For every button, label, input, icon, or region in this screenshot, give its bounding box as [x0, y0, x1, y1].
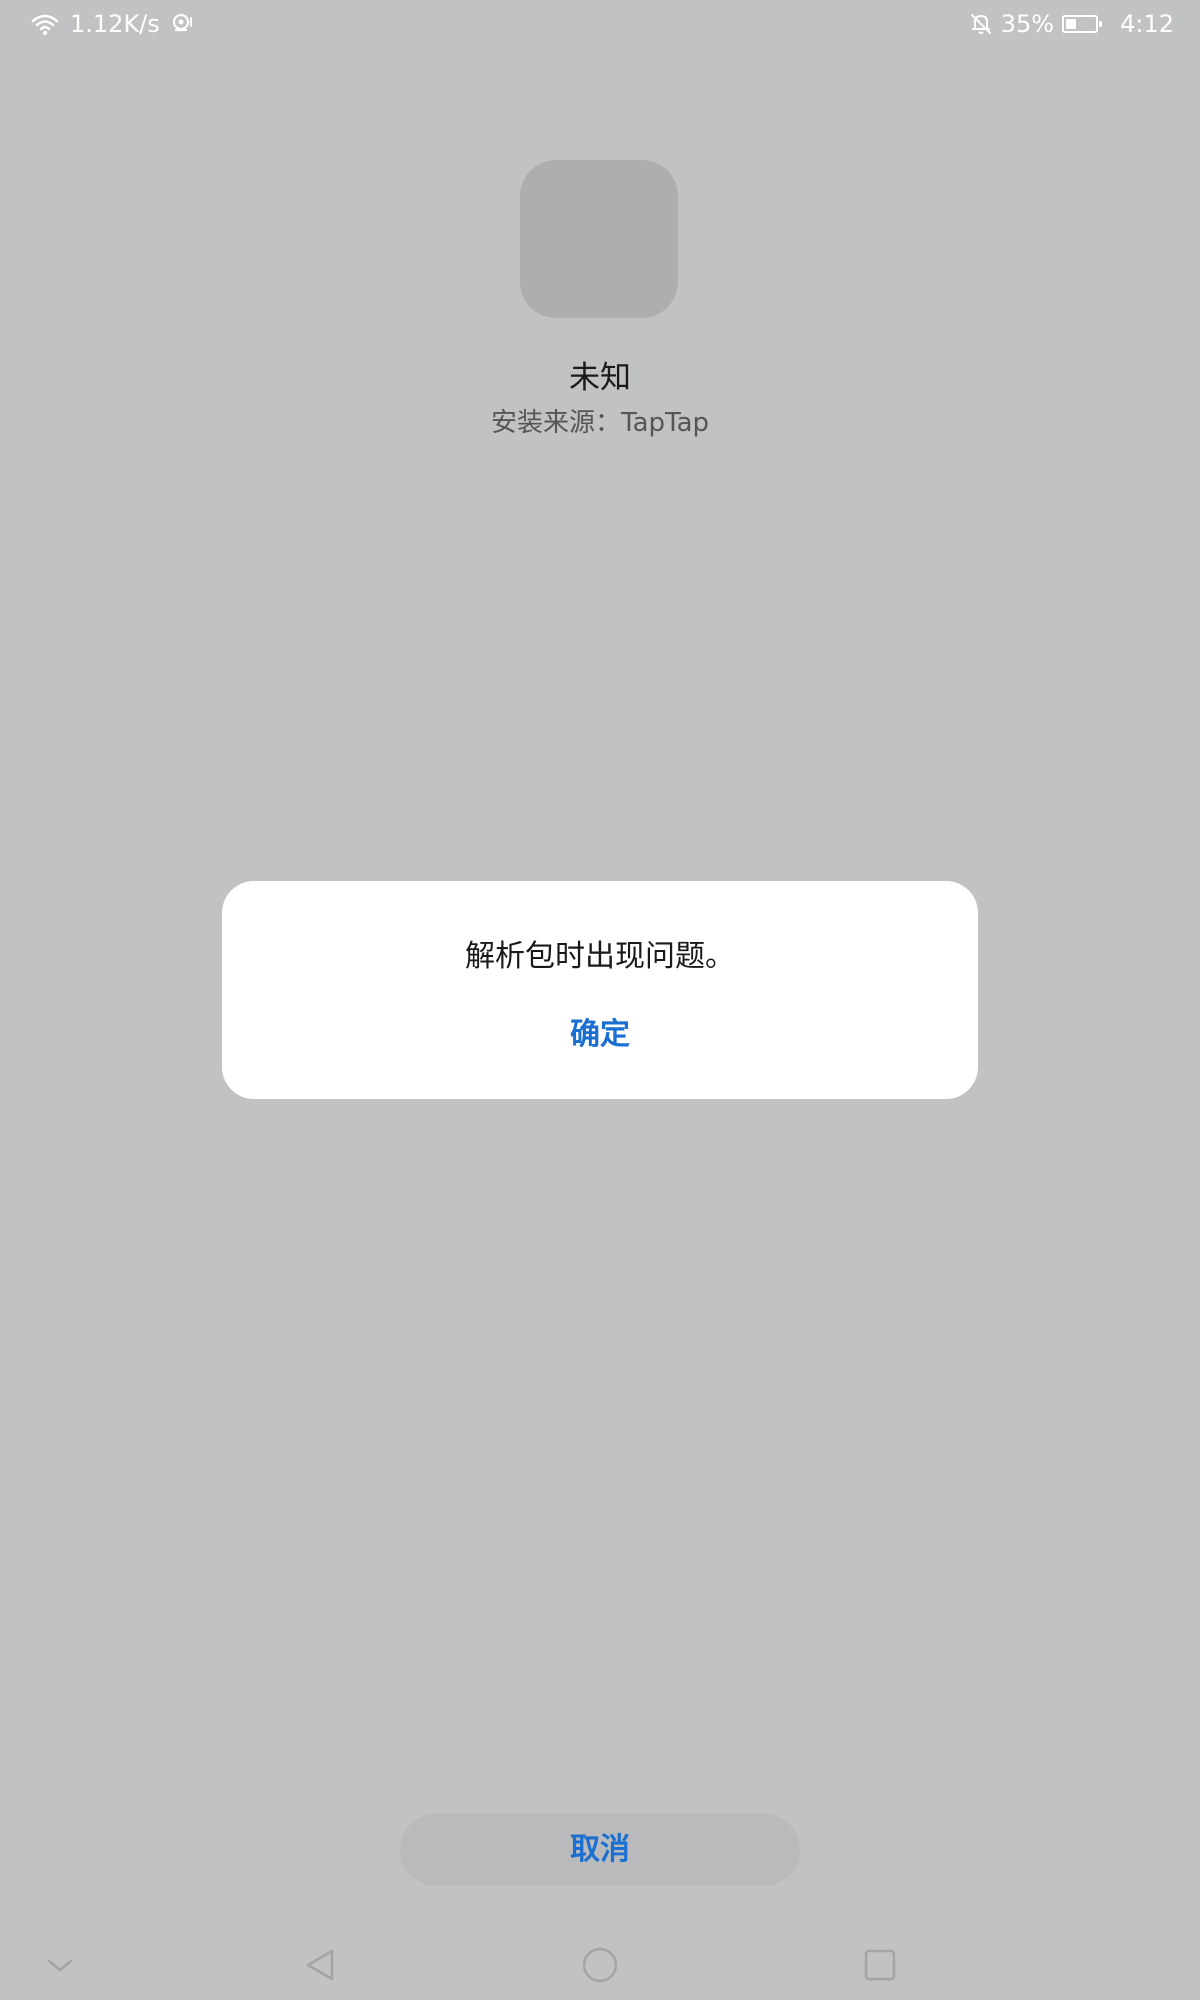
battery-percent: 35% — [1000, 10, 1055, 38]
notifications-off-icon — [969, 12, 993, 36]
dialog-message: 解析包时出现问题。 — [465, 939, 735, 974]
back-icon[interactable] — [295, 1940, 345, 1990]
recents-icon[interactable] — [855, 1940, 905, 1990]
status-left: 1.12K/s — [30, 10, 196, 38]
wifi-icon — [30, 12, 60, 36]
install-source: 安装来源：TapTap — [490, 408, 710, 438]
status-right: 35% 4:12 — [969, 10, 1174, 38]
navigation-bar — [0, 1930, 1200, 2000]
screen: 1.12K/s 35% 4:12 未知 安装来源：TapTap 解析包时出现问题… — [0, 0, 1200, 2000]
battery-level — [1066, 19, 1077, 29]
app-icon-placeholder — [520, 160, 678, 318]
app-name: 未知 — [569, 360, 631, 396]
home-icon[interactable] — [575, 1940, 625, 1990]
cancel-button[interactable]: 取消 — [400, 1814, 800, 1886]
error-dialog: 解析包时出现问题。 确定 — [222, 881, 978, 1099]
status-bar: 1.12K/s 35% 4:12 — [0, 0, 1200, 48]
ok-button[interactable]: 确定 — [500, 1005, 700, 1065]
net-speed: 1.12K/s — [70, 10, 160, 38]
battery-icon — [1062, 15, 1103, 33]
clock: 4:12 — [1120, 10, 1174, 38]
eye-comfort-icon — [170, 12, 196, 36]
chevron-down-icon[interactable] — [35, 1940, 85, 1990]
